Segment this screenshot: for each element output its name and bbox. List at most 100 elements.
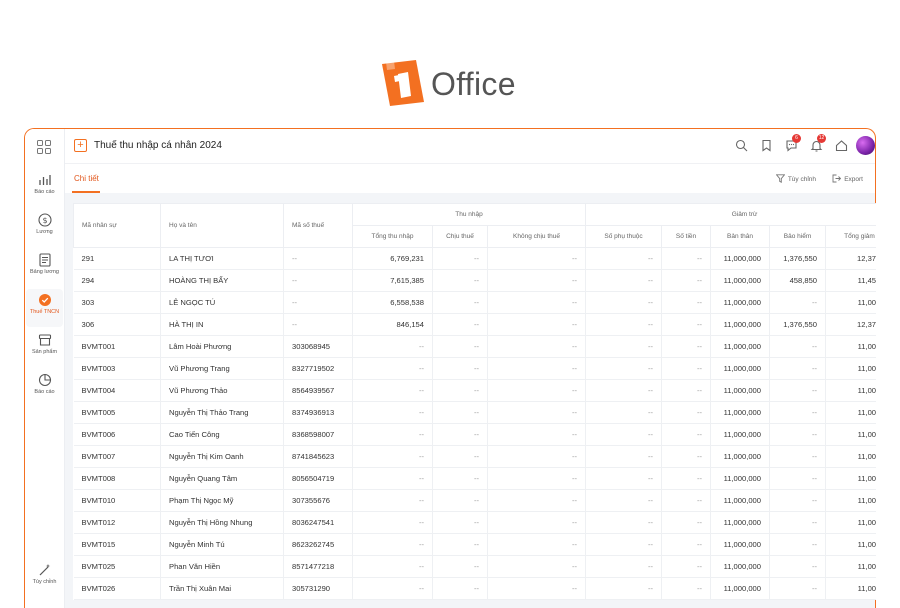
table-cell: -- (432, 379, 488, 402)
table-row[interactable]: BVMT015 Nguyễn Minh Tú 8623262745 -- -- -- -- -… (73, 533, 876, 556)
sidebar-item-bảng-lương[interactable]: Bảng lương (26, 249, 63, 287)
table-cell: -- (585, 269, 663, 292)
table-row[interactable]: BVMT005 Nguyễn Thị Thảo Trang 8374936913 --… (73, 401, 876, 424)
table-cell: -- (352, 357, 433, 380)
table-cell: -- (585, 533, 663, 556)
table-cell: -- (661, 533, 712, 556)
table-cell: 11,000,000 (825, 533, 876, 556)
table-cell: -- (585, 577, 663, 600)
table-row[interactable]: 306 HÀ THỊ IN -- 846,154 -- -- -- -- 11,000,000 1… (73, 313, 876, 336)
header-insurance[interactable]: Bảo hiểm (769, 225, 827, 248)
table-cell: BVMT008 (73, 467, 161, 490)
customize-button[interactable]: Tùy chỉnh (775, 174, 816, 183)
header-self[interactable]: Bản thân (710, 225, 771, 248)
add-button[interactable]: + (74, 139, 87, 152)
table-cell: 12,376,550 (825, 313, 876, 336)
table-cell: 303068945 (283, 335, 353, 358)
header-tax-code[interactable]: Mã số thuế (283, 203, 353, 248)
table-cell: -- (769, 511, 827, 534)
header-dependents[interactable]: Số phụ thuộc (585, 225, 663, 248)
table-cell: 8741845623 (283, 445, 353, 468)
table-row[interactable]: BVMT012 Nguyễn Thị Hồng Nhung 8036247541 --… (73, 511, 876, 534)
table-cell: -- (769, 533, 827, 556)
table-row[interactable]: BVMT004 Vũ Phương Thảo 8564939567 -- -- -- -- -… (73, 379, 876, 402)
table-cell: 11,000,000 (825, 357, 876, 380)
table-cell: LA THỊ TƯƠI (160, 247, 284, 270)
table-cell: -- (283, 269, 353, 292)
table-row[interactable]: 303 LÊ NGỌC TÚ -- 6,558,538 -- -- -- -- 11,000,0… (73, 291, 876, 314)
tab-bar: Chi tiết Tùy chỉnh Export (65, 163, 875, 193)
search-icon[interactable] (735, 139, 748, 152)
header-non-taxable[interactable]: Không chịu thuế (486, 225, 587, 248)
sidebar-item-tùy-chỉnh[interactable]: Tùy chỉnh (26, 559, 63, 597)
notification-button[interactable]: 12 (810, 134, 826, 152)
table-row[interactable]: BVMT007 Nguyễn Thị Kim Oanh 8741845623 -- --… (73, 445, 876, 468)
export-button[interactable]: Export (832, 174, 863, 183)
tax-check-icon (38, 294, 51, 306)
table-cell: Nguyễn Thị Kim Oanh (160, 445, 284, 468)
header-total-income[interactable]: Tổng thu nhập (352, 225, 433, 248)
table-cell: 11,000,000 (710, 511, 771, 534)
sidebar-item-lương[interactable]: $ Lương (26, 209, 63, 247)
page-title: Thuế thu nhập cá nhân 2024 (94, 140, 222, 151)
sidebar-item-báo-cáo[interactable]: Báo cáo (26, 369, 63, 407)
table-cell: BVMT004 (73, 379, 161, 402)
table-row[interactable]: BVMT006 Cao Tiến Công 8368598007 -- -- -- -- --… (73, 423, 876, 446)
sidebar-item-label: Lương (36, 229, 53, 235)
sidebar-item-sản-phẩm[interactable]: Sản phẩm (26, 329, 63, 367)
header-taxable[interactable]: Chịu thuế (432, 225, 488, 248)
table-cell: -- (487, 423, 587, 446)
table-cell: -- (661, 247, 712, 270)
home-icon[interactable] (835, 139, 848, 152)
app-grid-icon[interactable] (37, 140, 51, 154)
header-amount[interactable]: Số tiền (661, 225, 712, 248)
logo-wordmark: Office (431, 66, 516, 102)
sidebar-item-label: Bảng lương (29, 269, 59, 275)
table-row[interactable]: BVMT010 Phạm Thị Ngọc Mỹ 307355676 -- -- -- --… (73, 489, 876, 512)
table-cell: -- (487, 489, 587, 512)
tab-detail[interactable]: Chi tiết (74, 174, 99, 183)
chat-button[interactable]: 6 (785, 134, 801, 152)
table-cell: 11,000,000 (710, 445, 771, 468)
table-cell: -- (661, 489, 712, 512)
table-cell: -- (432, 357, 488, 380)
table-cell: 11,000,000 (710, 401, 771, 424)
table-row[interactable]: BVMT008 Nguyễn Quang Tâm 8056504719 -- -- -- -… (73, 467, 876, 490)
header-total-deduction[interactable]: Tổng giảm trừ (825, 225, 876, 248)
table-row[interactable]: 294 HOÀNG THỊ BẨY -- 7,615,385 -- -- -- -- 11,00… (73, 269, 876, 292)
table-row[interactable]: BVMT026 Trần Thị Xuân Mai 305731290 -- -- -- -… (73, 577, 876, 600)
notification-badge: 12 (817, 134, 826, 143)
table-cell: Vũ Phương Thảo (160, 379, 284, 402)
table-cell: -- (432, 313, 488, 336)
table-cell: -- (432, 577, 488, 600)
table-cell: 11,000,000 (825, 401, 876, 424)
table-cell: BVMT007 (73, 445, 161, 468)
table-cell: -- (487, 511, 587, 534)
table-cell: -- (487, 335, 587, 358)
table-cell: -- (661, 379, 712, 402)
avatar[interactable] (856, 136, 875, 155)
sidebar-item-báo-cáo[interactable]: Báo cáo (26, 169, 63, 207)
table-cell: -- (661, 467, 712, 490)
table-cell: -- (769, 357, 827, 380)
table-cell: -- (432, 335, 488, 358)
table-cell: -- (352, 555, 433, 578)
table-cell: -- (352, 511, 433, 534)
table-row[interactable]: BVMT025 Phan Văn Hiền 8571477218 -- -- -- -- --… (73, 555, 876, 578)
pie-chart-icon (38, 373, 51, 387)
sidebar-item-label: Báo cáo (34, 189, 55, 195)
table-cell: -- (769, 555, 827, 578)
header-name[interactable]: Họ và tên (160, 203, 284, 248)
sidebar-item-thuế-tncn[interactable]: Thuế TNCN (26, 289, 63, 327)
bookmark-icon[interactable] (760, 139, 773, 152)
table-row[interactable]: BVMT003 Vũ Phương Trang 8327719502 -- -- -- --… (73, 357, 876, 380)
header-emp-id[interactable]: Mã nhân sự (73, 203, 161, 248)
table-cell: 1,376,550 (769, 313, 827, 336)
table-cell: 8571477218 (283, 555, 353, 578)
table-cell: 11,000,000 (710, 533, 771, 556)
table-cell: -- (283, 313, 353, 336)
table-row[interactable]: BVMT001 Lâm Hoài Phương 303068945 -- -- -- -- -… (73, 335, 876, 358)
table-row[interactable]: 291 LA THỊ TƯƠI -- 6,769,231 -- -- -- -- 11,000,… (73, 247, 876, 270)
table-cell: 11,000,000 (825, 555, 876, 578)
table-cell: -- (661, 423, 712, 446)
